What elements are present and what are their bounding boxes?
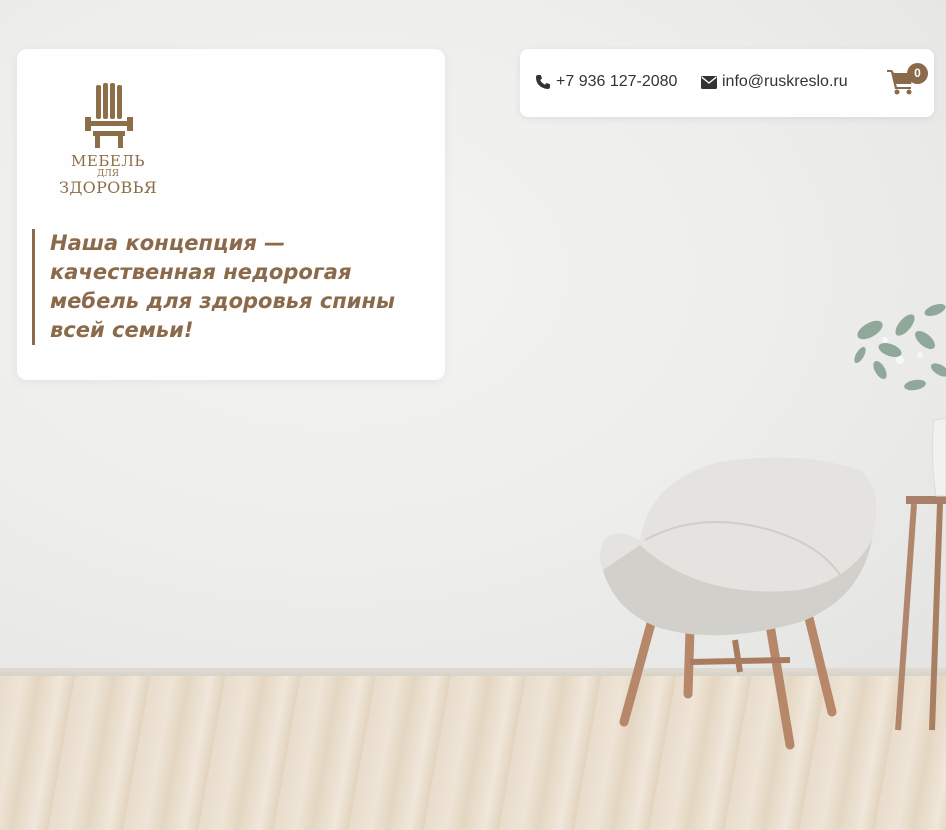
brand-name-line1: МЕБЕЛЬ [71, 152, 145, 170]
phone-icon [536, 75, 550, 89]
concept-tagline: Наша концепция — качественная недорогая … [32, 229, 420, 345]
chair-logo-icon [85, 83, 133, 148]
brand-card: МЕБЕЛЬ ДЛЯ ЗДОРОВЬЯ Наша концепция — кач… [17, 49, 445, 380]
side-table [895, 496, 946, 731]
phone-link[interactable]: +7 936 127-2080 [535, 73, 677, 91]
brand-name-line3: ЗДОРОВЬЯ [59, 178, 157, 197]
brand-logo[interactable]: МЕБЕЛЬ ДЛЯ ЗДОРОВЬЯ [53, 81, 163, 201]
cart-button[interactable]: 0 [886, 63, 928, 97]
email-link[interactable]: info@ruskreslo.ru [701, 73, 848, 91]
cart-count-badge: 0 [907, 63, 928, 84]
phone-number: +7 936 127-2080 [556, 73, 678, 90]
plant [854, 303, 946, 391]
email-address: info@ruskreslo.ru [722, 73, 848, 90]
envelope-icon [701, 75, 717, 89]
contact-bar: +7 936 127-2080 info@ruskreslo.ru 0 [520, 49, 934, 117]
